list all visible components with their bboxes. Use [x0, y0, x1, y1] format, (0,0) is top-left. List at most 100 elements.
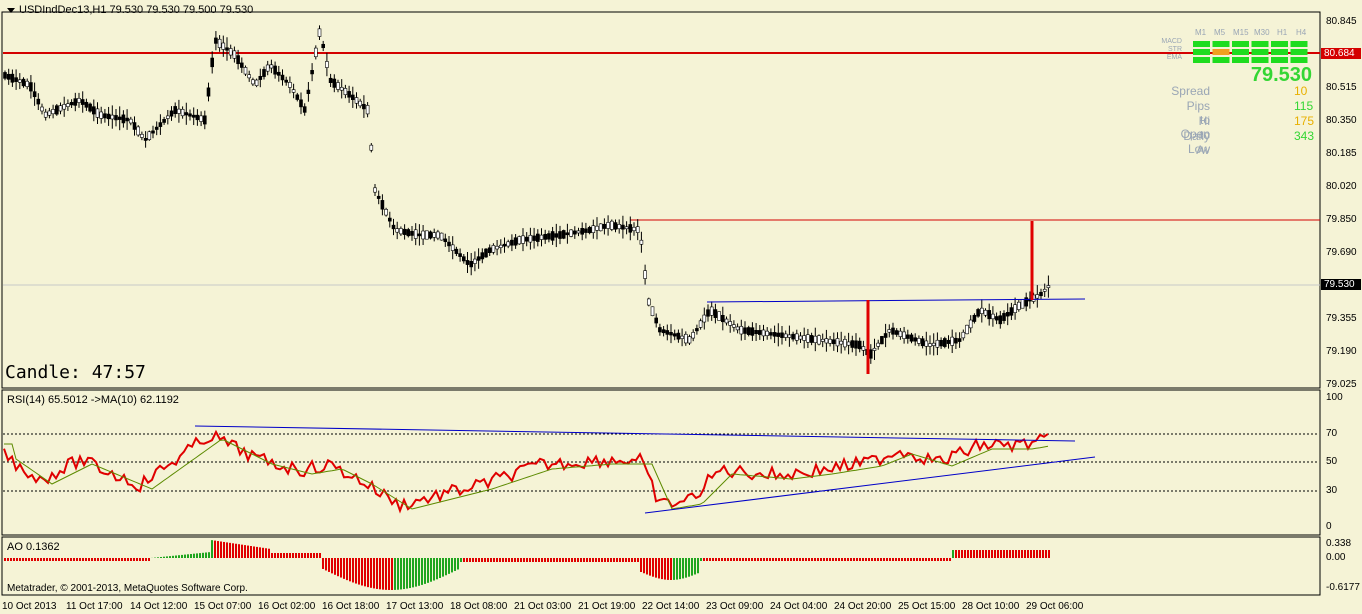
ao-bar — [466, 558, 468, 562]
candle-body — [739, 326, 744, 335]
ao-bar — [397, 558, 399, 590]
rsi-trendline-bottom[interactable] — [644, 456, 1096, 514]
row-label: Daily Av — [1183, 129, 1210, 157]
ao-bar — [880, 558, 882, 561]
ao-bar — [769, 558, 771, 561]
candle-body — [561, 230, 566, 239]
candle-body — [465, 260, 470, 265]
ao-bar — [367, 558, 369, 588]
ao-bar — [835, 558, 837, 561]
dashboard-cell — [1212, 49, 1230, 55]
dashboard-cell — [1212, 57, 1230, 63]
candle-body — [535, 233, 540, 242]
candle-body — [646, 298, 651, 306]
candle-body — [84, 101, 89, 108]
ao-bar — [895, 558, 897, 561]
price-axis-label: 80.845 — [1326, 16, 1357, 27]
ao-bar — [175, 555, 177, 558]
candle-body — [732, 324, 736, 328]
price-axis-label: 80.185 — [1326, 148, 1357, 159]
dashboard-cell — [1193, 49, 1210, 55]
ao-bar — [508, 558, 510, 562]
candle-body — [339, 87, 344, 91]
ao-bar — [73, 558, 75, 561]
ao-bar — [265, 548, 267, 558]
candle-body — [1016, 301, 1021, 310]
ao-bar — [724, 558, 726, 561]
row-value: 115 — [1294, 99, 1314, 113]
ao-bar — [892, 558, 894, 561]
candle-body — [373, 187, 377, 193]
candle-body — [258, 75, 263, 80]
time-axis-label: 10 Oct 2013 — [2, 601, 57, 612]
dashboard-cell — [1271, 49, 1288, 55]
ao-bar — [751, 558, 753, 561]
candle-body — [928, 343, 932, 347]
ao-bar — [109, 558, 111, 561]
time-axis-label: 16 Oct 18:00 — [322, 601, 380, 612]
candle-body — [572, 230, 577, 235]
time-axis-label: 17 Oct 13:00 — [386, 601, 444, 612]
ao-bar — [655, 558, 657, 578]
ao-bar — [55, 558, 57, 561]
candle-body — [698, 320, 703, 328]
ao-bar — [256, 546, 258, 558]
candle-body — [284, 79, 289, 83]
candle-body — [325, 61, 329, 68]
ao-bar — [22, 558, 24, 561]
ao-bar — [400, 558, 402, 590]
ao-bar — [469, 558, 471, 562]
ao-bar — [553, 558, 555, 562]
ao-bar — [640, 558, 642, 572]
candle-body — [180, 108, 185, 117]
chart-canvas[interactable] — [0, 0, 1362, 614]
ao-bar — [1015, 550, 1017, 558]
candle-body — [158, 122, 163, 127]
candle-body — [905, 334, 910, 339]
chart-title[interactable]: USDIndDec13,H1 79.530 79.530 79.500 79.5… — [7, 4, 253, 16]
dashboard-cell — [1251, 49, 1269, 55]
candle-body — [450, 244, 455, 251]
ao-bar — [301, 553, 303, 558]
ao-bar — [901, 558, 903, 561]
candle-body — [761, 329, 766, 337]
ao-bar — [1036, 550, 1038, 558]
candle-body — [251, 79, 255, 85]
ao-bar — [130, 558, 132, 561]
candle-body — [609, 220, 614, 230]
ao-bar — [796, 558, 798, 561]
ao-bar — [454, 558, 456, 571]
candle-body — [802, 335, 807, 341]
ao-bar — [808, 558, 810, 561]
ao-bar — [232, 543, 234, 558]
price-axis-label: 80.515 — [1326, 82, 1357, 93]
candle-body — [313, 47, 318, 58]
ao-bar — [742, 558, 744, 561]
tf-label: H4 — [1296, 28, 1307, 37]
ao-bar — [394, 558, 396, 590]
ao-bar — [802, 558, 804, 561]
ao-bar — [898, 558, 900, 561]
ao-bar — [322, 558, 324, 569]
candle-body — [188, 113, 192, 117]
candle-body — [132, 122, 137, 130]
candle-body — [813, 335, 818, 343]
ao-bar — [409, 558, 411, 589]
candle-timer: Candle: 47:57 — [5, 362, 146, 383]
ao-bar — [772, 558, 774, 561]
candle-body — [1035, 294, 1040, 299]
rsi-axis-label: 100 — [1326, 392, 1343, 403]
ao-bar — [220, 541, 222, 558]
candle-body — [735, 326, 740, 331]
dropdown-icon[interactable] — [7, 7, 15, 13]
candle-body — [661, 329, 666, 334]
time-axis-label: 29 Oct 06:00 — [1026, 601, 1084, 612]
candle-body — [69, 101, 74, 106]
ao-bar — [586, 558, 588, 562]
ao-bar — [67, 558, 69, 561]
candle-body — [676, 332, 681, 340]
candle-body — [225, 47, 229, 51]
ao-bar — [202, 552, 204, 558]
ao-bar — [310, 553, 312, 558]
dashboard-cell — [1290, 57, 1308, 63]
